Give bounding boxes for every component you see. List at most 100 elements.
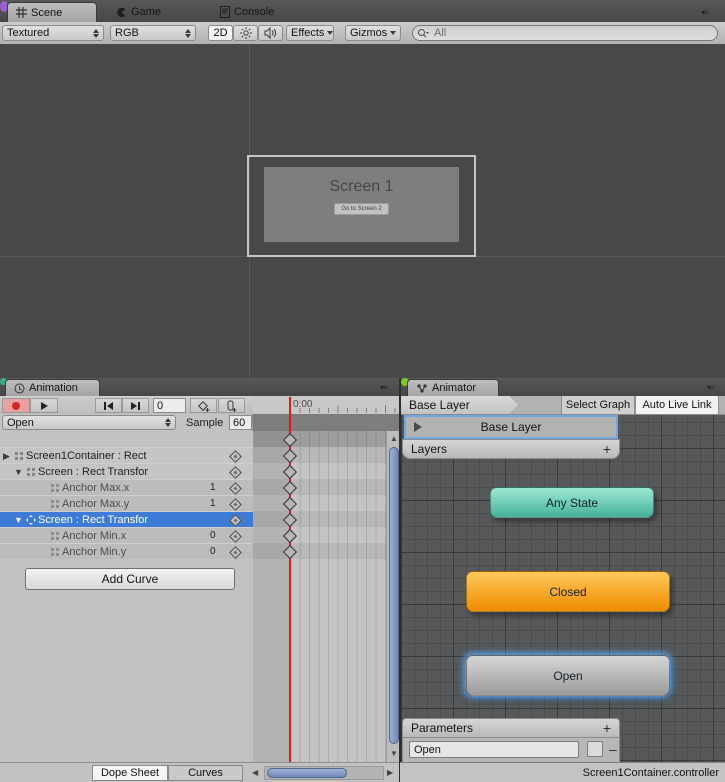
render-mode-dropdown[interactable]: RGB	[110, 25, 196, 41]
parameter-checkbox[interactable]	[587, 741, 603, 757]
dropdown-value: Gizmos	[350, 27, 387, 39]
tab-scene[interactable]: Scene	[7, 2, 97, 22]
property-value: 1	[210, 498, 216, 509]
sample-field[interactable]	[229, 415, 252, 430]
rect-transform-icon	[14, 451, 24, 461]
tab-game[interactable]: Game	[108, 2, 186, 22]
search-icon	[417, 28, 429, 39]
state-node-any-state[interactable]: Any State	[490, 487, 654, 518]
record-button[interactable]	[2, 398, 30, 413]
first-frame-button[interactable]	[95, 398, 122, 413]
tab-dope-sheet[interactable]: Dope Sheet	[92, 765, 168, 781]
horizontal-scroll-track[interactable]	[264, 766, 384, 780]
animator-statusbar: Screen1Container.controller	[400, 762, 725, 782]
play-icon	[41, 402, 48, 410]
key-diamond-icon[interactable]	[229, 450, 242, 463]
add-curve-button[interactable]: Add Curve	[25, 568, 235, 590]
vertical-scroll-thumb[interactable]	[389, 447, 399, 744]
layer-item-base-layer[interactable]: Base Layer	[404, 415, 618, 439]
animation-tabstrip: Animation ▾≡	[0, 378, 400, 396]
move-tool-icon	[26, 515, 36, 525]
parameters-bar: Parameters +	[402, 718, 620, 738]
gizmos-dropdown[interactable]: Gizmos	[345, 25, 401, 41]
rect-transform-icon	[50, 483, 60, 493]
foldout-right-icon[interactable]: ▶	[3, 451, 10, 462]
add-layer-button[interactable]: +	[603, 441, 611, 457]
play-button[interactable]	[30, 398, 58, 413]
add-parameter-button[interactable]: +	[603, 720, 611, 736]
animation-clip-row: Open Sample	[0, 414, 253, 431]
property-row[interactable]: Anchor Min.y 0	[0, 543, 253, 559]
tab-animation[interactable]: Animation	[5, 379, 100, 396]
2d-toggle[interactable]: 2D	[208, 25, 233, 41]
property-row[interactable]: Anchor Max.y 1	[0, 495, 253, 511]
key-diamond-icon[interactable]	[229, 514, 242, 527]
layers-bar: Layers +	[402, 439, 620, 459]
lighting-toggle[interactable]	[233, 25, 258, 41]
foldout-down-icon[interactable]: ▼	[14, 515, 23, 525]
frame-field[interactable]	[153, 398, 186, 413]
search-input[interactable]	[432, 26, 686, 40]
animation-footer: Dope Sheet Curves ◀ ▶	[0, 762, 400, 782]
timeline-row-stripe	[253, 479, 386, 495]
property-value: 0	[210, 546, 216, 557]
property-row[interactable]: Anchor Max.x 1	[0, 479, 253, 495]
clip-dropdown[interactable]: Open	[2, 415, 176, 430]
layers-label: Layers	[411, 442, 447, 456]
state-label: Closed	[549, 585, 586, 599]
last-frame-button[interactable]	[122, 398, 149, 413]
animation-toolbar	[0, 396, 254, 415]
chevron-down-icon	[327, 31, 333, 35]
breadcrumb[interactable]: Base Layer	[401, 396, 518, 414]
key-diamond-icon[interactable]	[229, 482, 242, 495]
key-diamond-icon[interactable]	[229, 530, 242, 543]
layer-expand-icon[interactable]	[414, 422, 422, 432]
property-row[interactable]: ▶ Screen1Container : Rect	[0, 447, 253, 463]
animator-tabstrip: Animator ▾≡	[401, 378, 725, 396]
skip-start-icon	[104, 402, 106, 410]
select-graph-button[interactable]: Select Graph	[561, 396, 635, 414]
animator-graph-canvas[interactable]: Base Layer Select Graph Auto Live Link B…	[401, 396, 725, 762]
audio-toggle[interactable]	[258, 25, 283, 41]
sample-label: Sample	[186, 417, 223, 429]
state-node-open[interactable]: Open	[466, 655, 670, 696]
effects-dropdown[interactable]: Effects	[286, 25, 334, 41]
foldout-down-icon[interactable]: ▼	[14, 467, 23, 477]
chevron-down-icon	[390, 31, 396, 35]
timeline-ruler[interactable]: 0:00	[253, 396, 400, 415]
property-row[interactable]: Anchor Min.x 0	[0, 527, 253, 543]
state-node-closed[interactable]: Closed	[466, 571, 670, 612]
key-diamond-icon[interactable]	[229, 466, 242, 479]
add-keyframe-button[interactable]	[190, 398, 217, 413]
scroll-left-icon[interactable]: ◀	[252, 768, 258, 777]
pane-menu-icon[interactable]: ▾≡	[707, 383, 714, 392]
pane-menu-icon[interactable]: ▾≡	[380, 383, 387, 392]
scroll-right-icon[interactable]: ▶	[387, 768, 393, 777]
tab-console[interactable]: Console	[212, 2, 302, 22]
skip-end-icon	[131, 402, 137, 410]
scene-viewport[interactable]: Screen 1 Go to Screen 2	[0, 44, 725, 378]
tab-label: Console	[234, 6, 274, 18]
shading-mode-dropdown[interactable]: Textured	[2, 25, 104, 41]
layer-name: Base Layer	[481, 420, 542, 434]
clock-icon	[14, 383, 25, 394]
key-diamond-icon[interactable]	[229, 498, 242, 511]
updown-arrows-icon	[93, 29, 99, 38]
tab-animator[interactable]: Animator	[407, 379, 499, 396]
scene-search[interactable]	[412, 25, 718, 41]
auto-live-link-button[interactable]: Auto Live Link	[635, 396, 719, 414]
pane-menu-icon[interactable]: ▾≡	[701, 8, 708, 17]
tab-curves[interactable]: Curves	[168, 765, 243, 781]
skip-start-icon	[107, 402, 113, 410]
add-event-button[interactable]	[218, 398, 245, 413]
dopesheet-timeline[interactable]	[253, 431, 386, 762]
property-row[interactable]: ▼ Screen : Rect Transfor	[0, 463, 253, 479]
go-to-screen2-button[interactable]: Go to Screen 2	[334, 203, 388, 215]
parameter-name-field[interactable]	[409, 741, 579, 758]
remove-parameter-button[interactable]: –	[609, 741, 617, 757]
property-value: 1	[210, 482, 216, 493]
animation-property-panel: ▶ Screen1Container : Rect ▼ Screen : Rec…	[0, 431, 254, 762]
key-diamond-icon[interactable]	[229, 546, 242, 559]
property-row-selected[interactable]: ▼ Screen : Rect Transfor	[0, 511, 253, 527]
horizontal-scroll-thumb[interactable]	[267, 768, 347, 778]
